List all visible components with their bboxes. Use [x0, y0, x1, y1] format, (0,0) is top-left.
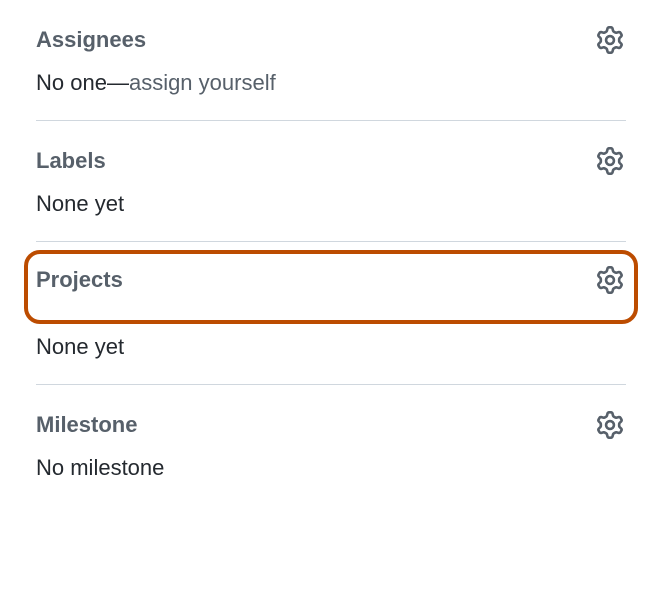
gear-icon	[596, 147, 624, 175]
assignees-section: Assignees No one—assign yourself	[36, 0, 626, 120]
projects-settings-button[interactable]	[594, 264, 626, 296]
milestone-title: Milestone	[36, 412, 137, 438]
assign-yourself-link[interactable]: assign yourself	[129, 70, 276, 95]
issue-sidebar: Assignees No one—assign yourself Labels …	[0, 0, 662, 505]
assignees-value: No one—assign yourself	[36, 70, 626, 96]
gear-icon	[596, 411, 624, 439]
milestone-header: Milestone	[36, 409, 626, 441]
assignees-header: Assignees	[36, 24, 626, 56]
labels-section: Labels None yet	[36, 120, 626, 241]
projects-highlight-outline: Projects	[24, 250, 638, 324]
gear-icon	[596, 266, 624, 294]
labels-settings-button[interactable]	[594, 145, 626, 177]
labels-title: Labels	[36, 148, 106, 174]
assignees-no-one-text: No one—	[36, 70, 129, 95]
projects-title: Projects	[36, 267, 123, 293]
assignees-settings-button[interactable]	[594, 24, 626, 56]
labels-value: None yet	[36, 191, 626, 217]
assignees-title: Assignees	[36, 27, 146, 53]
milestone-value: No milestone	[36, 455, 626, 481]
projects-section: Projects None yet	[36, 241, 626, 384]
projects-value: None yet	[36, 334, 626, 360]
projects-header: Projects	[36, 264, 626, 296]
milestone-settings-button[interactable]	[594, 409, 626, 441]
milestone-section: Milestone No milestone	[36, 384, 626, 505]
gear-icon	[596, 26, 624, 54]
labels-header: Labels	[36, 145, 626, 177]
